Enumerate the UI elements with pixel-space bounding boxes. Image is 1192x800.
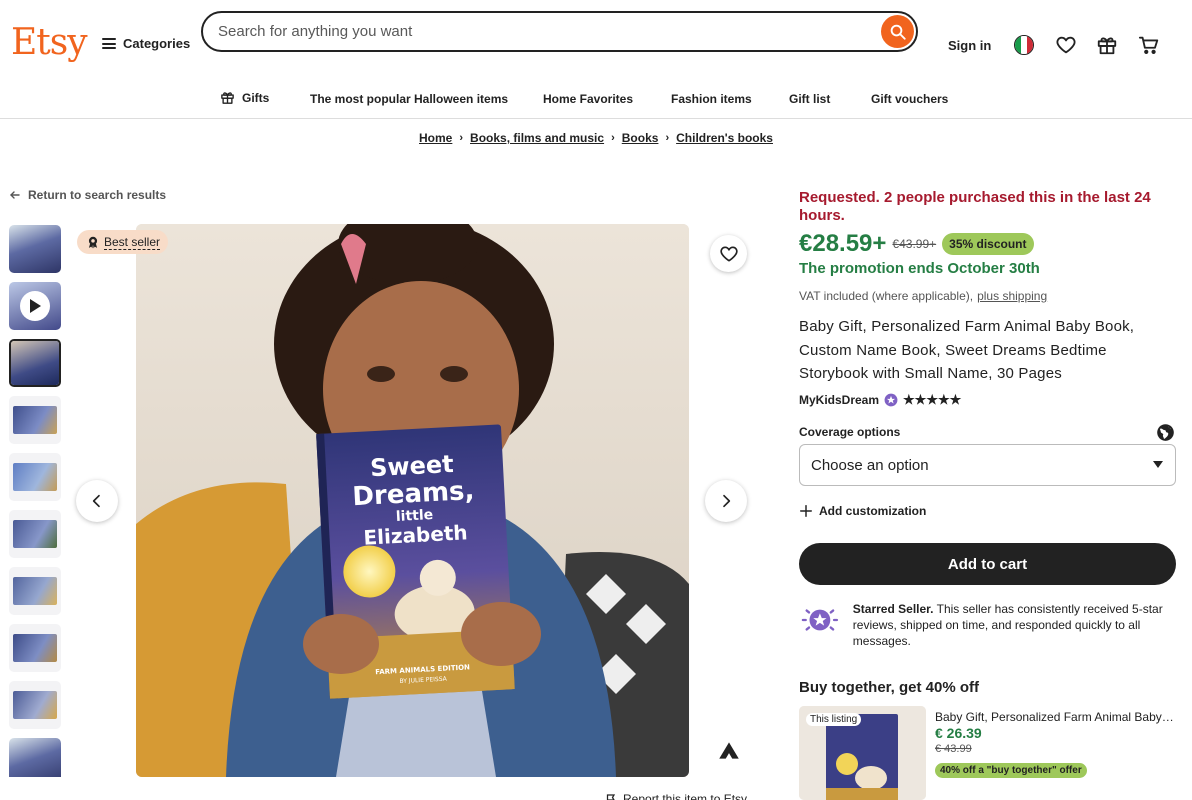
customization-label: Add customization (819, 504, 927, 518)
chevron-right-icon (723, 494, 731, 508)
ar-icon (719, 742, 739, 759)
bundle-item-old-price: € 43.99 (935, 743, 972, 755)
nav-item-label: Gifts (242, 90, 270, 105)
gift-icon (1097, 37, 1117, 55)
back-label: Return to search results (28, 188, 167, 202)
chevron-right-icon: › (665, 132, 670, 144)
italy-flag-icon (1014, 35, 1034, 55)
thumbnail-page[interactable] (9, 624, 61, 672)
report-label: Report this item to Etsy (623, 792, 748, 800)
award-icon (88, 236, 98, 249)
thumbnail-video[interactable] (9, 282, 61, 330)
view-in-ar-button[interactable] (711, 733, 747, 769)
breadcrumb-childrens-books[interactable]: Children's books (676, 131, 773, 145)
thumbnail-page[interactable] (9, 453, 61, 501)
caret-down-icon (1153, 461, 1163, 468)
seller-name-link[interactable]: MyKidsDream (799, 393, 879, 407)
signin-link[interactable]: Sign in (948, 38, 991, 53)
vat-info: VAT included (where applicable), plus shi… (799, 289, 1047, 303)
arrow-left-icon (10, 191, 20, 199)
breadcrumb-books-films-music[interactable]: Books, films and music (470, 131, 604, 145)
search-input[interactable] (218, 23, 858, 40)
region-flag-button[interactable] (1012, 33, 1036, 57)
svg-text:Dreams,: Dreams, (352, 476, 475, 512)
flag-icon (606, 794, 616, 800)
product-photo: Sweet Dreams, little Elizabeth FARM ANIM… (136, 224, 689, 777)
plus-icon (800, 505, 812, 517)
menu-icon (102, 38, 116, 49)
star-seller-text: Starred Seller. This seller has consiste… (853, 601, 1181, 649)
breadcrumb-home[interactable]: Home (419, 131, 452, 145)
listing-title: Baby Gift, Personalized Farm Animal Baby… (799, 318, 1135, 382)
chevron-right-icon: › (459, 132, 464, 144)
categories-button[interactable]: Categories (102, 36, 190, 51)
bundle-item-name[interactable]: Baby Gift, Personalized Farm Animal Baby… (935, 710, 1175, 724)
discount-badge: 35% discount (942, 233, 1034, 255)
thumbnail-cover-alt[interactable] (9, 738, 61, 777)
coverage-select[interactable]: Choose an option (799, 444, 1176, 486)
gift-button[interactable] (1095, 33, 1119, 57)
bundle-heading: Buy together, get 40% off (799, 679, 980, 696)
promotion-end-text: The promotion ends October 30th (799, 260, 1040, 277)
seller-info: MyKidsDream ★★★★★ (799, 392, 961, 408)
star-seller-badge-icon (801, 609, 839, 631)
add-customization-button[interactable]: Add customization (799, 504, 926, 518)
previous-image-button[interactable] (76, 480, 118, 522)
this-listing-tag: This listing (806, 713, 862, 726)
nav-item-home-favorites[interactable]: Home Favorites (543, 92, 633, 106)
chevron-right-icon: › (611, 132, 615, 144)
gift-icon (221, 92, 234, 104)
etsy-logo[interactable]: Etsy (11, 22, 88, 63)
best-seller-label: Best seller (104, 234, 161, 250)
vat-text: VAT included (where applicable), (799, 289, 974, 303)
search-icon (890, 24, 906, 40)
favorite-button[interactable] (710, 235, 747, 272)
add-to-cart-button[interactable]: Add to cart (799, 543, 1176, 585)
heart-icon (719, 246, 738, 261)
nav-item-gifts[interactable]: Gifts (220, 90, 269, 105)
heart-icon (1056, 36, 1076, 54)
search-bar (201, 11, 918, 52)
current-price: €28.59+ (799, 230, 887, 257)
star-seller-notice: Starred Seller. This seller has consiste… (801, 601, 1181, 649)
nav-item-fashion[interactable]: Fashion items (671, 92, 752, 106)
demand-alert: Requested. 2 people purchased this in th… (799, 189, 1151, 224)
thumbnail-page[interactable] (9, 396, 61, 444)
thumbnail-page[interactable] (9, 510, 61, 558)
categories-label: Categories (123, 36, 191, 51)
rating-stars[interactable]: ★★★★★ (903, 392, 961, 408)
play-icon (20, 291, 50, 321)
category-nav: Gifts The most popular Halloween items H… (0, 82, 1192, 119)
coverage-label: Coverage options (799, 425, 901, 439)
breadcrumb-books[interactable]: Books (622, 131, 659, 145)
original-price: €43.99+ (892, 237, 937, 251)
thumbnail-page[interactable] (9, 567, 61, 615)
price-row: €28.59+ €43.99+ 35% discount (799, 230, 1034, 258)
thumbnail-cover[interactable] (9, 225, 61, 273)
bundle-item-price: € 26.39 (935, 725, 982, 741)
favorites-button[interactable] (1054, 33, 1078, 57)
chevron-left-icon (92, 494, 100, 508)
next-image-button[interactable] (705, 480, 747, 522)
thumbnail-page[interactable] (9, 681, 61, 729)
nav-item-gift-vouchers[interactable]: Gift vouchers (871, 92, 948, 106)
shipping-link[interactable]: plus shipping (977, 289, 1047, 303)
breadcrumb: Home › Books, films and music › Books › … (0, 131, 1192, 145)
best-seller-badge[interactable]: Best seller (77, 230, 169, 254)
nav-item-gift-list[interactable]: Gift list (789, 92, 830, 106)
cart-button[interactable] (1137, 33, 1161, 57)
star-seller-icon (884, 393, 898, 407)
main-product-image[interactable]: Sweet Dreams, little Elizabeth FARM ANIM… (136, 224, 689, 777)
star-seller-title: Starred Seller. (852, 602, 934, 616)
thumbnail-strip (9, 225, 61, 777)
thumbnail-photo-active[interactable] (9, 339, 61, 387)
report-item-link[interactable]: Report this item to Etsy (605, 792, 747, 800)
nav-item-halloween[interactable]: The most popular Halloween items (310, 92, 508, 106)
back-to-results-link[interactable]: Return to search results (9, 188, 166, 202)
globe-icon (1157, 424, 1174, 441)
search-button[interactable] (881, 15, 914, 48)
coverage-selected-value: Choose an option (811, 456, 929, 474)
cart-icon (1138, 36, 1159, 54)
bundle-offer-badge: 40% off a "buy together" offer (935, 763, 1087, 778)
